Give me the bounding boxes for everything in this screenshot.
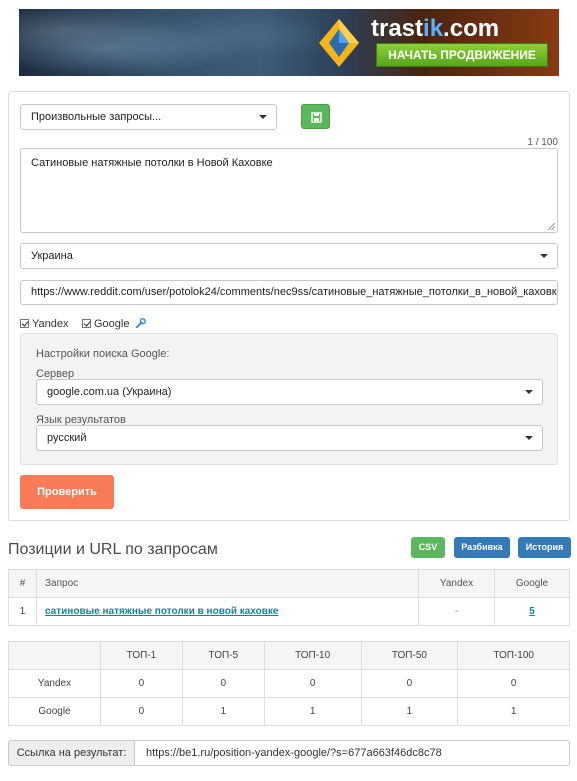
- query-preset-select[interactable]: Произвольные запросы...: [20, 104, 277, 130]
- google-server-value: google.com.ua (Украина): [47, 386, 172, 398]
- top-value: 0: [100, 669, 183, 698]
- positions-table: # Запрос Yandex Google 1 сатиновые натяж…: [8, 569, 570, 626]
- chevron-down-icon: [540, 254, 548, 258]
- top-value: 1: [457, 697, 570, 726]
- top-header-10: ТОП-10: [263, 641, 362, 670]
- top-value: 1: [263, 697, 362, 726]
- save-button[interactable]: [301, 104, 330, 129]
- top-value: 0: [100, 697, 183, 726]
- google-settings-panel: Настройки поиска Google: Сервер google.c…: [20, 333, 558, 465]
- google-server-select[interactable]: google.com.ua (Украина): [36, 379, 543, 405]
- yandex-position: -: [418, 597, 495, 626]
- wrench-icon[interactable]: [135, 318, 146, 329]
- top-header-100: ТОП-100: [457, 641, 570, 670]
- row-num: 1: [8, 597, 37, 626]
- table-header-row: # Запрос Yandex Google: [8, 569, 570, 598]
- top-header-empty: [8, 641, 101, 670]
- top-row-yandex: Yandex 0 0 0 0 0: [8, 669, 570, 698]
- top-header-50: ТОП-50: [360, 641, 459, 670]
- top-header-5: ТОП-5: [181, 641, 265, 670]
- url-input[interactable]: https://www.reddit.com/user/potolok24/co…: [20, 280, 558, 305]
- top-row-google: Google 0 1 1 1 1: [8, 697, 570, 726]
- yandex-checkbox-row[interactable]: Yandex: [20, 318, 69, 330]
- region-value: Украина: [31, 250, 73, 262]
- table-row: 1 сатиновые натяжные потолки в новой ках…: [8, 597, 570, 626]
- google-checkbox-label: Google: [94, 318, 130, 330]
- result-link-group: Ссылка на результат: https://be1.ru/posi…: [8, 740, 570, 766]
- resize-handle-icon[interactable]: [548, 223, 555, 230]
- results-language-value: русский: [47, 432, 87, 444]
- top-value: 1: [360, 697, 459, 726]
- top-value: 0: [457, 669, 570, 698]
- results-language-select[interactable]: русский: [36, 425, 543, 451]
- query-link[interactable]: сатиновые натяжные потолки в новой кахов…: [45, 606, 278, 617]
- brand-name: trastik.com: [371, 15, 500, 42]
- top-value: 0: [181, 669, 265, 698]
- start-promotion-button[interactable]: НАЧАТЬ ПРОДВИЖЕНИЕ: [376, 43, 548, 67]
- region-select[interactable]: Украина: [20, 243, 558, 269]
- url-value: https://www.reddit.com/user/potolok24/co…: [31, 286, 558, 298]
- google-checkbox-row[interactable]: Google: [82, 318, 146, 330]
- google-position-cell: 5: [494, 597, 570, 626]
- banner-background-image: [19, 9, 319, 76]
- floppy-disk-icon: [311, 112, 322, 123]
- history-button[interactable]: История: [518, 537, 571, 558]
- check-button[interactable]: Проверить: [20, 475, 114, 509]
- result-link-label: Ссылка на результат:: [8, 740, 135, 766]
- col-yandex-header: Yandex: [418, 569, 495, 598]
- query-cell: сатиновые натяжные потолки в новой кахов…: [36, 597, 419, 626]
- chevron-down-icon: [259, 115, 267, 119]
- col-num-header: #: [8, 569, 37, 598]
- google-settings-title: Настройки поиска Google:: [36, 348, 170, 360]
- top-summary-table: ТОП-1 ТОП-5 ТОП-10 ТОП-50 ТОП-100 Yandex…: [8, 641, 570, 726]
- yandex-checkbox[interactable]: [20, 319, 29, 328]
- trastik-logo-icon: [319, 19, 359, 67]
- results-title: Позиции и URL по запросам: [8, 541, 218, 558]
- engine-label: Google: [8, 697, 101, 726]
- breakdown-button[interactable]: Разбивка: [454, 537, 510, 558]
- top-value: 1: [181, 697, 265, 726]
- top-value: 0: [360, 669, 459, 698]
- ad-banner[interactable]: trastik.com НАЧАТЬ ПРОДВИЖЕНИЕ: [19, 9, 559, 76]
- query-counter: 1 / 100: [527, 137, 558, 148]
- col-query-header: Запрос: [36, 569, 419, 598]
- top-value: 0: [263, 669, 362, 698]
- chevron-down-icon: [525, 390, 533, 394]
- query-preset-value: Произвольные запросы...: [31, 111, 162, 123]
- queries-textarea[interactable]: Сатиновые натяжные потолки в Новой Кахов…: [20, 148, 558, 233]
- col-google-header: Google: [494, 569, 570, 598]
- google-position-link[interactable]: 5: [529, 606, 535, 617]
- result-link-input[interactable]: https://be1.ru/position-yandex-google/?s…: [134, 740, 570, 766]
- queries-text: Сатиновые натяжные потолки в Новой Кахов…: [31, 157, 273, 169]
- csv-button[interactable]: CSV: [411, 537, 445, 558]
- chevron-down-icon: [525, 436, 533, 440]
- engine-label: Yandex: [8, 669, 101, 698]
- google-checkbox[interactable]: [82, 319, 91, 328]
- top-header-1: ТОП-1: [100, 641, 183, 670]
- yandex-checkbox-label: Yandex: [32, 318, 69, 330]
- top-header-row: ТОП-1 ТОП-5 ТОП-10 ТОП-50 ТОП-100: [8, 641, 570, 670]
